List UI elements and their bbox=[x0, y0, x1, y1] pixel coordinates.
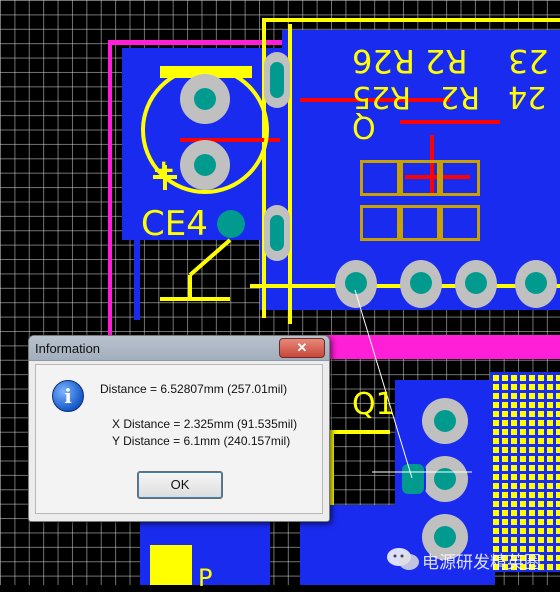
ok-button[interactable]: OK bbox=[137, 471, 223, 499]
label-24: 24 bbox=[508, 79, 547, 114]
close-button[interactable]: ✕ bbox=[279, 338, 325, 358]
label-ce4: CE4 bbox=[141, 204, 208, 244]
x-distance-text: X Distance = 2.325mm (91.535mil) bbox=[112, 417, 298, 431]
dialog-body: i Distance = 6.52807mm (257.01mil) X Dis… bbox=[35, 364, 323, 514]
dialog-titlebar[interactable]: Information ✕ bbox=[29, 336, 329, 361]
label-r26: R26 bbox=[352, 42, 415, 80]
information-dialog[interactable]: Information ✕ i Distance = 6.52807mm (25… bbox=[28, 335, 330, 522]
y-distance-text: Y Distance = 6.1mm (240.157mil) bbox=[112, 434, 291, 448]
watermark-text: 电源研发精英圈 bbox=[422, 553, 541, 573]
label-q: Q bbox=[352, 109, 376, 144]
label-p: P bbox=[198, 564, 213, 592]
watermark: 电源研发精英圈 bbox=[386, 544, 560, 574]
label-r25: R25 bbox=[352, 79, 412, 114]
label-r2: R2 bbox=[440, 79, 480, 114]
label-r2-second: R2 bbox=[425, 42, 468, 80]
label-plus: + bbox=[152, 153, 176, 186]
label-q1: Q1 bbox=[352, 387, 395, 422]
distance-text: Distance = 6.52807mm (257.01mil) bbox=[100, 382, 288, 396]
info-icon: i bbox=[52, 380, 84, 412]
dialog-title: Information bbox=[35, 341, 101, 356]
chat-logo-icon bbox=[387, 548, 419, 570]
label-23: 23 bbox=[508, 42, 549, 80]
